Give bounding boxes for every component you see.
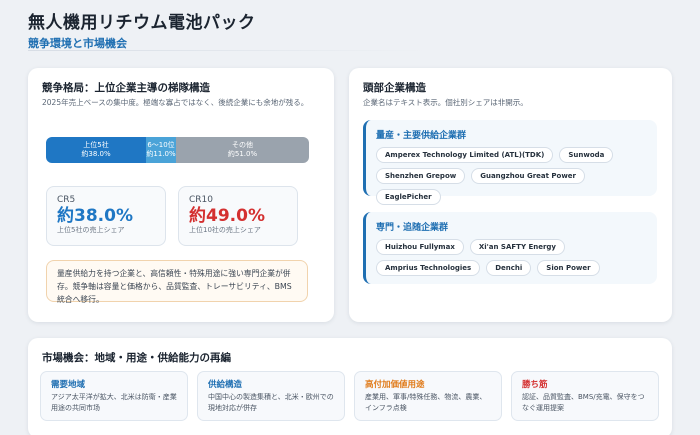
company-tag: Guangzhou Great Power — [471, 168, 586, 184]
opp-text: 中国中心の製造集積と、北米・欧州での現地対応が併存 — [208, 393, 334, 412]
leaders-card: 頭部企業構造 企業名はテキスト表示。個社別シェアは非開示。 量産・主要供給企業群… — [349, 68, 672, 322]
competition-note: 量産供給力を持つ企業と、高信頼性・特殊用途に強い専門企業が併存。競争軸は容量と価… — [46, 260, 308, 304]
group-mass-production: 量産・主要供給企業群 Amperex Technology Limited (A… — [363, 120, 657, 205]
competition-heading: 競争格局：上位企業主導の梯隊構造 — [42, 82, 210, 94]
share-segment-top5: 上位5社 約38.0% — [46, 137, 146, 163]
company-tag: Amperex Technology Limited (ATL)(TDK) — [376, 147, 554, 163]
company-tag: Huizhou Fullymax — [376, 239, 464, 255]
company-tag: Sion Power — [537, 260, 600, 276]
opp-card-supply: 供給構造 中国中心の製造集積と、北米・欧州での現地対応が併存 — [197, 371, 345, 421]
opp-card-winning: 勝ち筋 認証、品質監査、BMS/充電、保守をつなぐ運用提案 — [511, 371, 659, 421]
company-tag: EaglePicher — [376, 189, 441, 205]
opportunity-card: 市場機会：地域・用途・供給能力の再編 需要地域 アジア太平洋が拡大、北米は防衛・… — [28, 338, 672, 435]
group-title: 専門・追随企業群 — [376, 223, 449, 233]
opp-text: 産業用、軍事/特殊任務、物流、農業、インフラ点検 — [365, 393, 487, 412]
opp-text: アジア太平洋が拡大、北米は防衛・産業用途の共同市场 — [51, 393, 177, 412]
cr10-box: CR10 約49.0% 上位10社の売上シェア — [178, 186, 298, 246]
company-tag: Xi'an SAFTY Energy — [469, 239, 565, 255]
segment-value: 約11.0% — [146, 150, 176, 158]
opp-text: 認証、品質監査、BMS/充電、保守をつなぐ運用提案 — [522, 393, 645, 412]
cr10-note: 上位10社の売上シェア — [189, 226, 261, 234]
opp-title: 勝ち筋 — [522, 380, 548, 390]
cr5-label: CR5 — [57, 195, 76, 205]
segment-label: その他 — [232, 141, 253, 149]
cr5-value: 約38.0% — [57, 206, 133, 226]
segment-value: 約51.0% — [227, 150, 258, 158]
company-tag: Denchi — [486, 260, 532, 276]
opportunity-heading: 市場機会：地域・用途・供給能力の再編 — [42, 352, 231, 364]
opp-title: 需要地域 — [51, 380, 86, 390]
opp-title: 供給構造 — [208, 380, 243, 390]
segment-label: 上位5社 — [83, 141, 109, 149]
segment-label: 6〜10位 — [147, 141, 175, 149]
share-segment-6-10: 6〜10位 約11.0% — [146, 137, 176, 163]
opp-card-demand-region: 需要地域 アジア太平洋が拡大、北米は防衛・産業用途の共同市场 — [40, 371, 188, 421]
cr5-box: CR5 約38.0% 上位5社の売上シェア — [46, 186, 166, 246]
opp-card-high-value: 高付加価値用途 産業用、軍事/特殊任務、物流、農業、インフラ点検 — [354, 371, 502, 421]
company-tag: Sunwoda — [559, 147, 614, 163]
competition-card: 競争格局：上位企業主導の梯隊構造 2025年売上ベースの集中度。極端な寡占ではな… — [28, 68, 334, 322]
company-tag: Shenzhen Grepow — [376, 168, 466, 184]
page-subtitle: 競争環境と市場機会 — [28, 37, 127, 50]
header-divider — [28, 50, 428, 51]
opp-title: 高付加価値用途 — [365, 380, 425, 390]
company-tag: Amprius Technologies — [376, 260, 481, 276]
leaders-subtitle: 企業名はテキスト表示。個社別シェアは非開示。 — [363, 98, 528, 107]
leaders-heading: 頭部企業構造 — [363, 82, 426, 94]
segment-value: 約38.0% — [81, 150, 111, 158]
page-title: 無人機用リチウム電池パック — [28, 13, 256, 33]
group-title: 量産・主要供給企業群 — [376, 131, 467, 141]
share-bar: 上位5社 約38.0% 6〜10位 約11.0% その他 約51.0% — [46, 137, 309, 163]
cr10-value: 約49.0% — [189, 206, 265, 226]
cr5-note: 上位5社の売上シェア — [57, 226, 125, 234]
cr10-label: CR10 — [189, 195, 213, 205]
group-specialist: 専門・追随企業群 Huizhou Fullymax Xi'an SAFTY En… — [363, 212, 657, 284]
share-segment-others: その他 約51.0% — [176, 137, 309, 163]
page-header: 無人機用リチウム電池パック 競争環境と市場機会 — [28, 8, 256, 51]
competition-subtitle: 2025年売上ベースの集中度。極端な寡占ではなく、後続企業にも余地が残る。 — [42, 98, 309, 107]
